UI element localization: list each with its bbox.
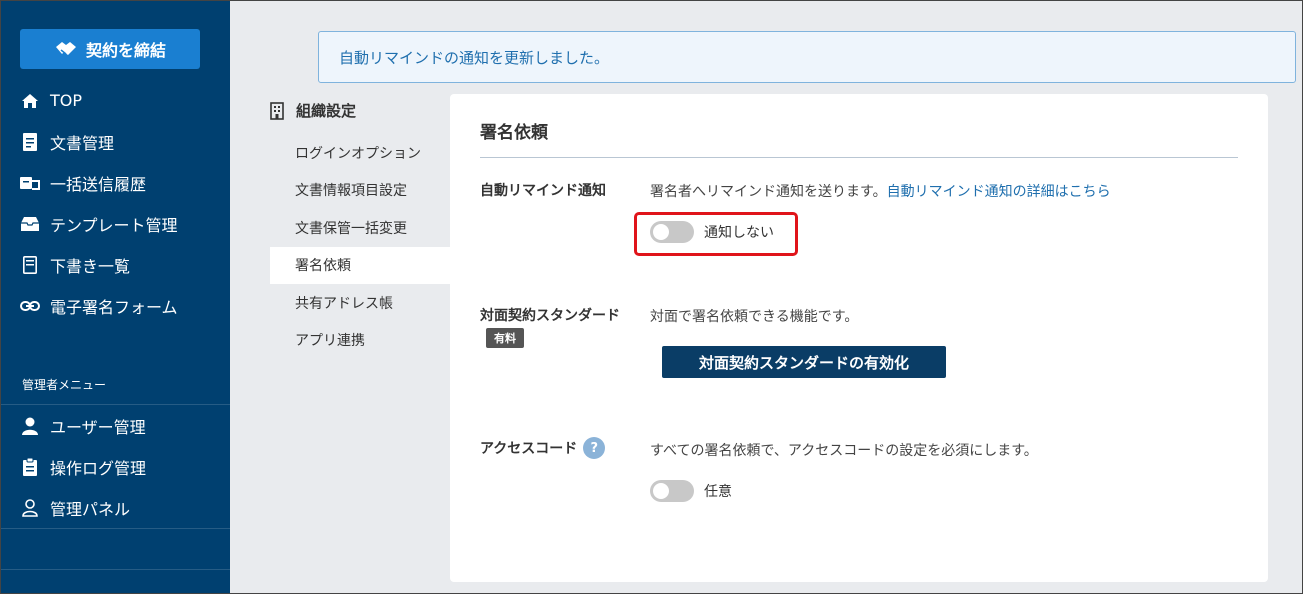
- panel-title: 署名依頼: [480, 123, 548, 143]
- nav-label: テンプレート管理: [50, 215, 178, 235]
- settings-item-bulk-storage[interactable]: 文書保管一括変更: [270, 209, 450, 247]
- nav-item-admin-panel[interactable]: 管理パネル: [0, 487, 230, 528]
- nav-item-templates[interactable]: テンプレート管理: [0, 203, 230, 244]
- activate-face-to-face-button[interactable]: 対面契約スタンダードの有効化: [662, 346, 946, 378]
- settings-nav-title-label: 組織設定: [296, 102, 357, 120]
- nav-item-drafts[interactable]: 下書き一覧: [0, 244, 230, 285]
- settings-item-document-fields[interactable]: 文書情報項目設定: [270, 172, 450, 210]
- face-to-face-description: 対面で署名依頼できる機能です。: [650, 309, 859, 325]
- access-code-label-row: アクセスコード ?: [480, 437, 606, 459]
- auto-remind-description: 署名者へリマインド通知を送ります。自動リマインド通知の詳細はこちら: [650, 181, 1111, 201]
- help-icon[interactable]: ?: [583, 437, 606, 459]
- document-icon: [20, 132, 40, 152]
- settings-nav-title: 組織設定: [270, 100, 356, 121]
- admin-menu-title: 管理者メニュー: [22, 378, 107, 392]
- auto-remind-description-text: 署名者へリマインド通知を送ります。: [650, 184, 887, 200]
- nav-label: 電子署名フォーム: [50, 297, 178, 317]
- log-icon: [20, 457, 40, 477]
- nav-item-esign-form[interactable]: 電子署名フォーム: [0, 285, 230, 326]
- bulk-send-icon: [20, 173, 40, 193]
- highlight-box: [634, 212, 798, 256]
- access-code-toggle-label: 任意: [704, 484, 732, 500]
- home-icon: [20, 91, 40, 111]
- divider: [0, 528, 230, 529]
- inbox-icon: [20, 214, 40, 234]
- divider: [0, 569, 230, 570]
- sign-contract-button[interactable]: 契約を締結: [20, 29, 200, 69]
- nav-label: 操作ログ管理: [50, 458, 147, 478]
- nav-label: ユーザー管理: [50, 417, 146, 437]
- nav-item-bulk-history[interactable]: 一括送信履歴: [0, 162, 230, 203]
- draft-icon: [20, 255, 40, 275]
- settings-item-shared-addressbook[interactable]: 共有アドレス帳: [270, 284, 450, 322]
- auto-remind-details-link[interactable]: 自動リマインド通知の詳細はこちら: [887, 184, 1111, 200]
- nav-label: 管理パネル: [50, 499, 131, 519]
- handshake-icon: [54, 39, 78, 59]
- user-icon: [20, 416, 40, 436]
- settings-panel: 署名依頼: [450, 94, 1268, 582]
- auto-remind-label: 自動リマインド通知: [480, 183, 606, 199]
- settings-item-signature-request[interactable]: 署名依頼: [270, 246, 450, 284]
- divider: [480, 157, 1238, 158]
- link-icon: [20, 296, 40, 316]
- main-nav: TOP 文書管理 一括送信履歴 テンプレート管理 下書き一覧 電子署名フォーム: [0, 80, 230, 326]
- paid-badge: 有料: [486, 328, 524, 348]
- access-code-description: すべての署名依頼で、アクセスコードの設定を必須にします。: [650, 443, 1038, 459]
- settings-nav: ログインオプション 文書情報項目設定 文書保管一括変更 署名依頼 共有アドレス帳…: [270, 134, 450, 359]
- admin-user-icon: [20, 498, 40, 518]
- sidebar: 契約を締結 TOP 文書管理 一括送信履歴 テンプレート管理 下書き一覧 電子署…: [0, 0, 230, 594]
- toggle-knob: [653, 483, 669, 499]
- settings-item-login-options[interactable]: ログインオプション: [270, 134, 450, 172]
- banner-message: 自動リマインドの通知を更新しました。: [339, 48, 610, 67]
- nav-label: TOP: [50, 91, 83, 110]
- notification-banner: 自動リマインドの通知を更新しました。: [318, 31, 1296, 83]
- sign-contract-label: 契約を締結: [85, 41, 166, 60]
- nav-label: 下書き一覧: [50, 256, 131, 276]
- access-code-toggle[interactable]: [650, 480, 694, 502]
- nav-item-top[interactable]: TOP: [0, 80, 230, 121]
- admin-nav: ユーザー管理 操作ログ管理 管理パネル: [0, 405, 230, 528]
- face-to-face-label: 対面契約スタンダード: [480, 308, 620, 324]
- nav-item-documents[interactable]: 文書管理: [0, 121, 230, 162]
- nav-item-operation-log[interactable]: 操作ログ管理: [0, 446, 230, 487]
- access-code-toggle-row: 任意: [650, 480, 732, 502]
- access-code-label: アクセスコード: [480, 441, 578, 457]
- nav-label: 文書管理: [50, 133, 115, 153]
- building-icon: [270, 101, 286, 120]
- nav-label: 一括送信履歴: [50, 174, 147, 194]
- settings-item-app-integration[interactable]: アプリ連携: [270, 322, 450, 360]
- nav-item-users[interactable]: ユーザー管理: [0, 405, 230, 446]
